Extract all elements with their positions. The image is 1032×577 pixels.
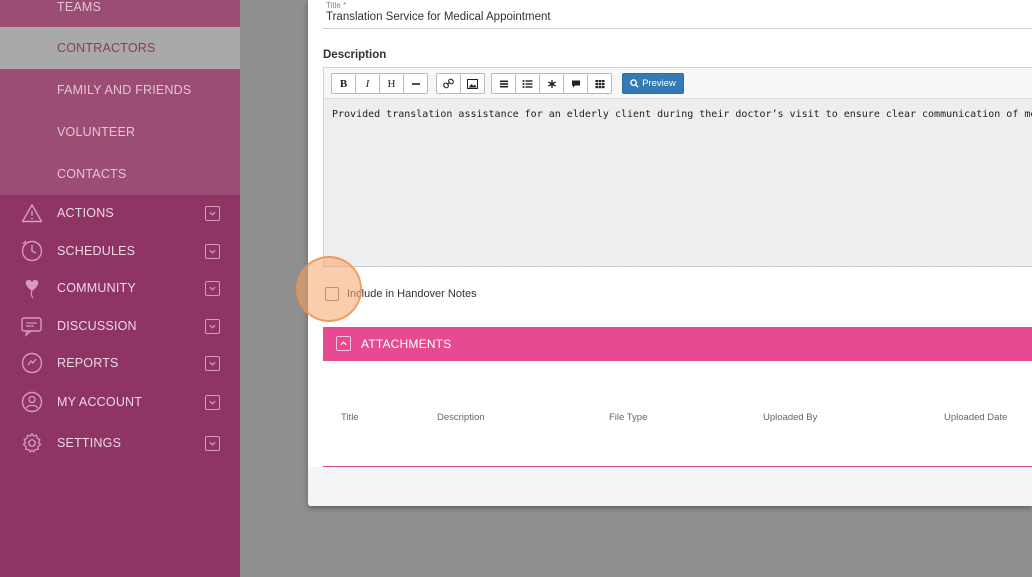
description-text[interactable]: Provided translation assistance for an e… xyxy=(332,109,1032,120)
gear-icon xyxy=(20,431,44,455)
sidebar-item-my-account[interactable]: MY ACCOUNT xyxy=(0,384,240,420)
column-header-uploaded-by[interactable]: Uploaded By xyxy=(763,412,817,423)
column-header-file-type[interactable]: File Type xyxy=(609,412,647,423)
link-button[interactable] xyxy=(436,73,461,94)
search-icon xyxy=(630,79,639,88)
preview-button-label: Preview xyxy=(642,78,676,89)
description-editor[interactable]: B I H Preview Provided translation assis… xyxy=(323,67,1032,267)
sidebar-item-schedules[interactable]: SCHEDULES xyxy=(0,233,240,269)
heart-balloon-icon xyxy=(20,276,44,300)
sidebar-item-label: SETTINGS xyxy=(57,436,122,450)
heading-button[interactable]: H xyxy=(379,73,404,94)
editor-resize-edge xyxy=(324,266,1032,267)
chevron-up-icon[interactable] xyxy=(336,336,351,351)
list-button-group xyxy=(491,73,612,94)
horizontal-rule-button[interactable] xyxy=(403,73,428,94)
edit-dialog: Title * Translation Service for Medical … xyxy=(308,0,1032,506)
chevron-down-icon[interactable] xyxy=(205,205,220,221)
blockquote-icon xyxy=(499,80,508,87)
sidebar-item-label: DISCUSSION xyxy=(57,319,137,333)
image-button[interactable] xyxy=(460,73,485,94)
submenu-item-teams[interactable]: TEAMS xyxy=(0,0,240,28)
description-label: Description xyxy=(323,49,387,61)
comment-button[interactable] xyxy=(563,73,588,94)
clock-icon xyxy=(20,239,44,263)
click-highlight-marker xyxy=(296,256,362,322)
chevron-down-icon[interactable] xyxy=(205,243,220,259)
sidebar-item-settings[interactable]: SETTINGS xyxy=(0,425,240,461)
chevron-down-icon[interactable] xyxy=(205,355,220,371)
dialog-footer xyxy=(308,467,1032,506)
chat-icon xyxy=(20,314,44,338)
user-icon xyxy=(20,390,44,414)
grid-icon xyxy=(595,79,604,88)
insert-button-group xyxy=(436,73,485,94)
sidebar-item-actions[interactable]: ACTIONS xyxy=(0,195,240,231)
chevron-down-icon[interactable] xyxy=(205,280,220,296)
attachments-title: ATTACHMENTS xyxy=(361,337,452,351)
handover-notes-label[interactable]: Include in Handover Notes xyxy=(347,288,477,300)
comment-icon xyxy=(571,80,580,88)
submenu-item-volunteer[interactable]: VOLUNTEER xyxy=(0,111,240,153)
chevron-down-icon[interactable] xyxy=(205,318,220,334)
column-header-uploaded-date[interactable]: Uploaded Date xyxy=(944,412,1007,423)
sidebar-item-label: SCHEDULES xyxy=(57,244,136,258)
chevron-down-icon[interactable] xyxy=(205,435,220,451)
title-field[interactable]: Title * Translation Service for Medical … xyxy=(323,0,1032,29)
column-header-description[interactable]: Description xyxy=(437,412,485,423)
title-field-value[interactable]: Translation Service for Medical Appointm… xyxy=(326,11,551,23)
title-field-label: Title * xyxy=(326,1,347,10)
submenu-item-contractors[interactable]: CONTRACTORS xyxy=(0,27,240,69)
sidebar-item-label: COMMUNITY xyxy=(57,281,136,295)
editor-toolbar: B I H Preview xyxy=(324,68,1032,99)
chevron-down-icon[interactable] xyxy=(205,394,220,410)
warning-icon xyxy=(20,201,44,225)
horizontal-rule-icon xyxy=(411,82,420,85)
attachments-header[interactable]: ATTACHMENTS xyxy=(323,327,1032,361)
submenu-item-contacts[interactable]: CONTACTS xyxy=(0,153,240,195)
format-button-group: B I H xyxy=(331,73,428,94)
italic-button[interactable]: I xyxy=(355,73,380,94)
contacts-submenu: TEAMS CONTRACTORS FAMILY AND FRIENDS VOL… xyxy=(0,0,240,195)
sidebar-item-label: MY ACCOUNT xyxy=(57,395,143,409)
bullet-list-button[interactable] xyxy=(515,73,540,94)
asterisk-icon xyxy=(547,79,556,88)
sidebar-item-reports[interactable]: REPORTS xyxy=(0,345,240,381)
column-header-title[interactable]: Title xyxy=(341,412,359,423)
report-icon xyxy=(20,351,44,375)
sidebar-item-label: REPORTS xyxy=(57,356,119,370)
asterisk-button[interactable] xyxy=(539,73,564,94)
sidebar-item-discussion[interactable]: DISCUSSION xyxy=(0,308,240,344)
bold-button[interactable]: B xyxy=(331,73,356,94)
submenu-item-family-and-friends[interactable]: FAMILY AND FRIENDS xyxy=(0,69,240,111)
bullet-list-icon xyxy=(522,79,533,88)
table-button[interactable] xyxy=(587,73,612,94)
sidebar-item-label: ACTIONS xyxy=(57,206,114,220)
image-icon xyxy=(467,78,478,89)
link-icon xyxy=(443,78,454,89)
preview-button[interactable]: Preview xyxy=(622,73,684,94)
sidebar-item-community[interactable]: COMMUNITY xyxy=(0,270,240,306)
blockquote-button[interactable] xyxy=(491,73,516,94)
sidebar: TEAMS CONTRACTORS FAMILY AND FRIENDS VOL… xyxy=(0,0,240,577)
